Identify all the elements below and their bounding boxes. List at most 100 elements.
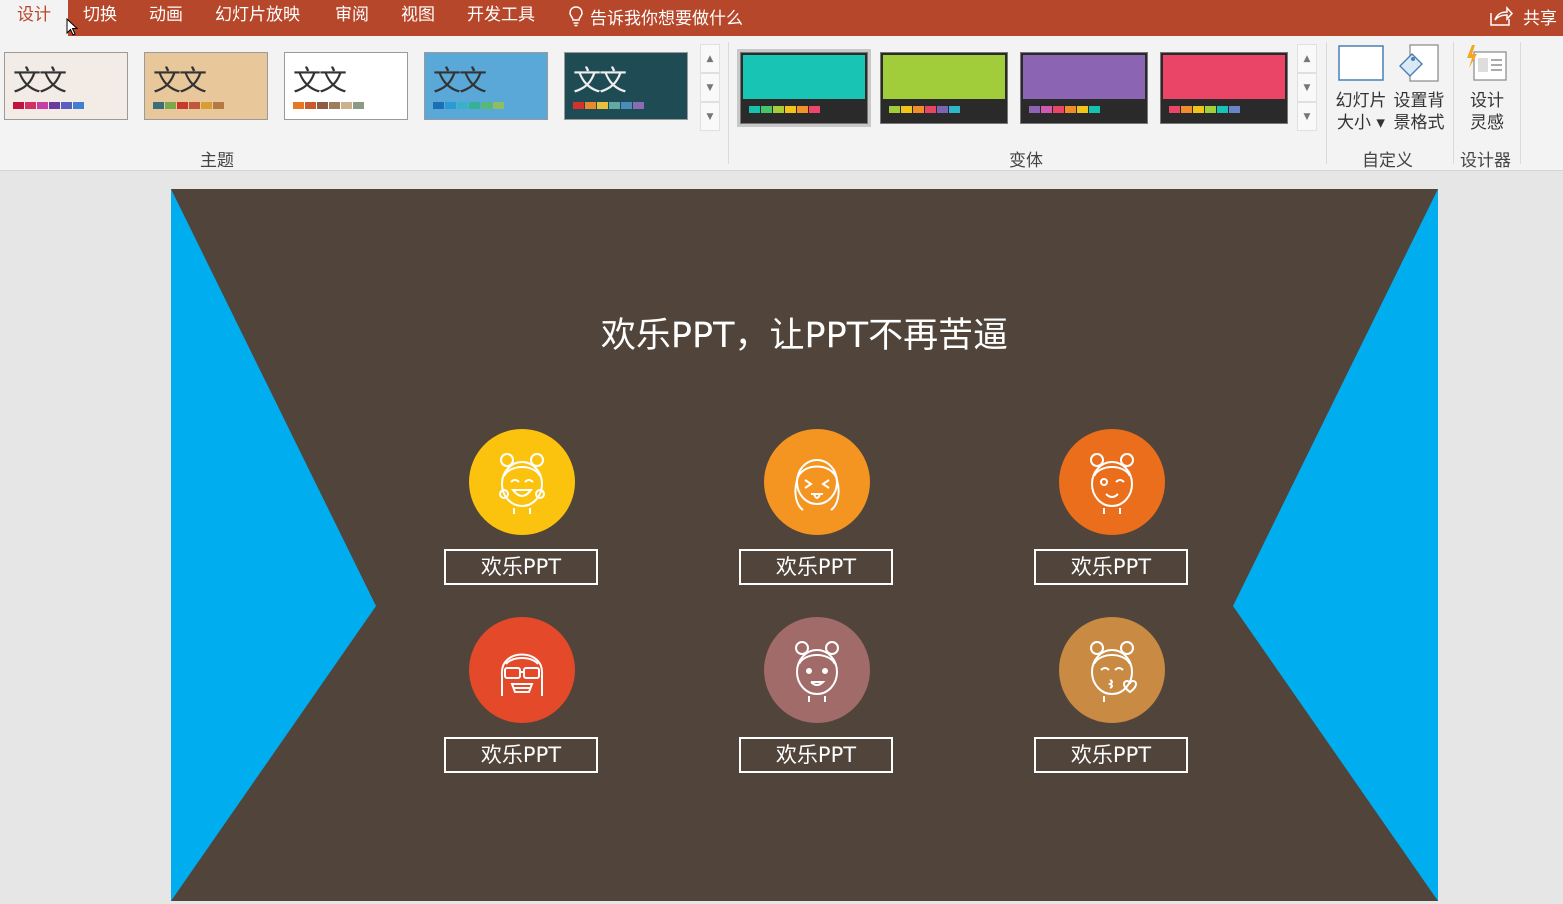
color-swatch [469, 102, 480, 109]
tab-transitions[interactable]: 切换 [83, 0, 117, 36]
variant-gallery-scroll[interactable]: ▲ ▼ ▼ [1297, 44, 1317, 132]
color-swatch [457, 102, 468, 109]
theme-color-swatches [13, 102, 84, 109]
scroll-down-icon[interactable]: ▼ [700, 73, 720, 102]
tab-label: 设计 [17, 5, 51, 25]
variant-color-swatches [749, 106, 820, 113]
themes-group-label: 主题 [200, 151, 234, 171]
mouse-cursor-icon [66, 18, 78, 36]
format-background-icon [1399, 44, 1439, 82]
slide-size-label-line2: 大小 ▾ [1337, 113, 1385, 133]
theme-color-swatches [293, 102, 364, 109]
variant-thumbnail[interactable] [880, 52, 1008, 124]
group-divider [1326, 42, 1327, 164]
color-swatch [433, 102, 444, 109]
scroll-down-icon[interactable]: ▼ [1297, 73, 1317, 102]
avatar-label[interactable]: 欢乐PPT [739, 737, 893, 773]
theme-thumbnail[interactable]: 文文 [424, 52, 548, 120]
color-swatch [61, 102, 72, 109]
group-divider [1453, 42, 1454, 164]
avatar-circle [764, 617, 870, 723]
laughing-girl-icon [499, 453, 545, 514]
scroll-up-icon[interactable]: ▲ [700, 44, 720, 73]
color-swatch [809, 106, 820, 113]
tab-label: 开发工具 [467, 5, 535, 25]
avatar-label[interactable]: 欢乐PPT [1034, 549, 1188, 585]
color-swatch [749, 106, 760, 113]
color-swatch [773, 106, 784, 113]
avatar-circle [469, 429, 575, 535]
theme-sample-text: 文文 [13, 64, 67, 97]
variant-thumbnail[interactable] [737, 49, 871, 127]
avatar-circle [1059, 617, 1165, 723]
format-background-label-line1: 设置背 [1393, 91, 1445, 111]
theme-thumbnail[interactable]: 文文 [144, 52, 268, 120]
slide-size-label-line1: 幻灯片 [1335, 91, 1387, 111]
color-swatch [913, 106, 924, 113]
color-swatch [1205, 106, 1216, 113]
variant-color-block [1163, 55, 1285, 99]
tab-slideshow[interactable]: 幻灯片放映 [215, 0, 300, 36]
color-swatch [1169, 106, 1180, 113]
tab-design[interactable]: 设计 [0, 0, 68, 36]
color-swatch [341, 102, 352, 109]
tongue-out-girl-icon [794, 459, 840, 511]
color-swatch [785, 106, 796, 113]
share-label: 共享 [1523, 8, 1557, 29]
tab-animations[interactable]: 动画 [149, 0, 183, 36]
format-background-button[interactable]: 设置背 景格式 [1390, 44, 1448, 134]
slide-size-button[interactable]: 幻灯片 大小 ▾ [1332, 44, 1390, 134]
color-swatch [1029, 106, 1040, 113]
slide-title[interactable]: 欢乐PPT，让PPT不再苦逼 [171, 307, 1438, 358]
color-swatch [13, 102, 24, 109]
gallery-more-icon[interactable]: ▼ [700, 102, 720, 131]
tell-me-box[interactable]: 告诉我你想要做什么 [568, 4, 743, 29]
color-swatch [25, 102, 36, 109]
slide-canvas[interactable]: 欢乐PPT，让PPT不再苦逼 欢乐PPT 欢乐PPT 欢乐PPT 欢乐PPT 欢… [171, 189, 1438, 901]
variant-color-swatches [889, 106, 960, 113]
theme-thumbnail[interactable]: 文文 [284, 52, 408, 120]
color-swatch [901, 106, 912, 113]
avatar-label[interactable]: 欢乐PPT [444, 737, 598, 773]
color-swatch [73, 102, 84, 109]
tab-review[interactable]: 审阅 [335, 0, 369, 36]
tab-developer[interactable]: 开发工具 [467, 0, 535, 36]
color-swatch [293, 102, 304, 109]
color-swatch [925, 106, 936, 113]
avatar-circle [764, 429, 870, 535]
winking-girl-icon [1090, 453, 1134, 514]
theme-sample-text: 文文 [293, 64, 347, 97]
variant-thumbnail[interactable] [1020, 52, 1148, 124]
right-blue-triangle [1233, 189, 1438, 901]
color-swatch [1217, 106, 1228, 113]
tab-view[interactable]: 视图 [401, 0, 435, 36]
theme-color-swatches [573, 102, 644, 109]
color-swatch [445, 102, 456, 109]
left-blue-triangle [171, 189, 376, 901]
theme-thumbnail[interactable]: 文文 [564, 52, 688, 120]
color-swatch [1181, 106, 1192, 113]
color-swatch [317, 102, 328, 109]
color-swatch [1041, 106, 1052, 113]
scroll-up-icon[interactable]: ▲ [1297, 44, 1317, 73]
tab-label: 切换 [83, 5, 117, 25]
gallery-more-icon[interactable]: ▼ [1297, 102, 1317, 131]
color-swatch [493, 102, 504, 109]
color-swatch [937, 106, 948, 113]
variants-group-label: 变体 [1009, 151, 1043, 171]
variant-color-swatches [1029, 106, 1100, 113]
color-swatch [633, 102, 644, 109]
avatar-circle [469, 617, 575, 723]
theme-thumbnail[interactable]: 文文 [4, 52, 128, 120]
theme-color-swatches [153, 102, 224, 109]
avatar-label[interactable]: 欢乐PPT [739, 549, 893, 585]
tab-label: 动画 [149, 5, 183, 25]
color-swatch [889, 106, 900, 113]
design-ideas-label-line2: 灵感 [1470, 113, 1504, 133]
theme-gallery-scroll[interactable]: ▲ ▼ ▼ [700, 44, 720, 132]
avatar-label[interactable]: 欢乐PPT [444, 549, 598, 585]
design-ideas-button[interactable]: 设计 灵感 [1458, 44, 1516, 134]
share-button[interactable]: 共享 [1489, 3, 1557, 29]
variant-thumbnail[interactable] [1160, 52, 1288, 124]
avatar-label[interactable]: 欢乐PPT [1034, 737, 1188, 773]
